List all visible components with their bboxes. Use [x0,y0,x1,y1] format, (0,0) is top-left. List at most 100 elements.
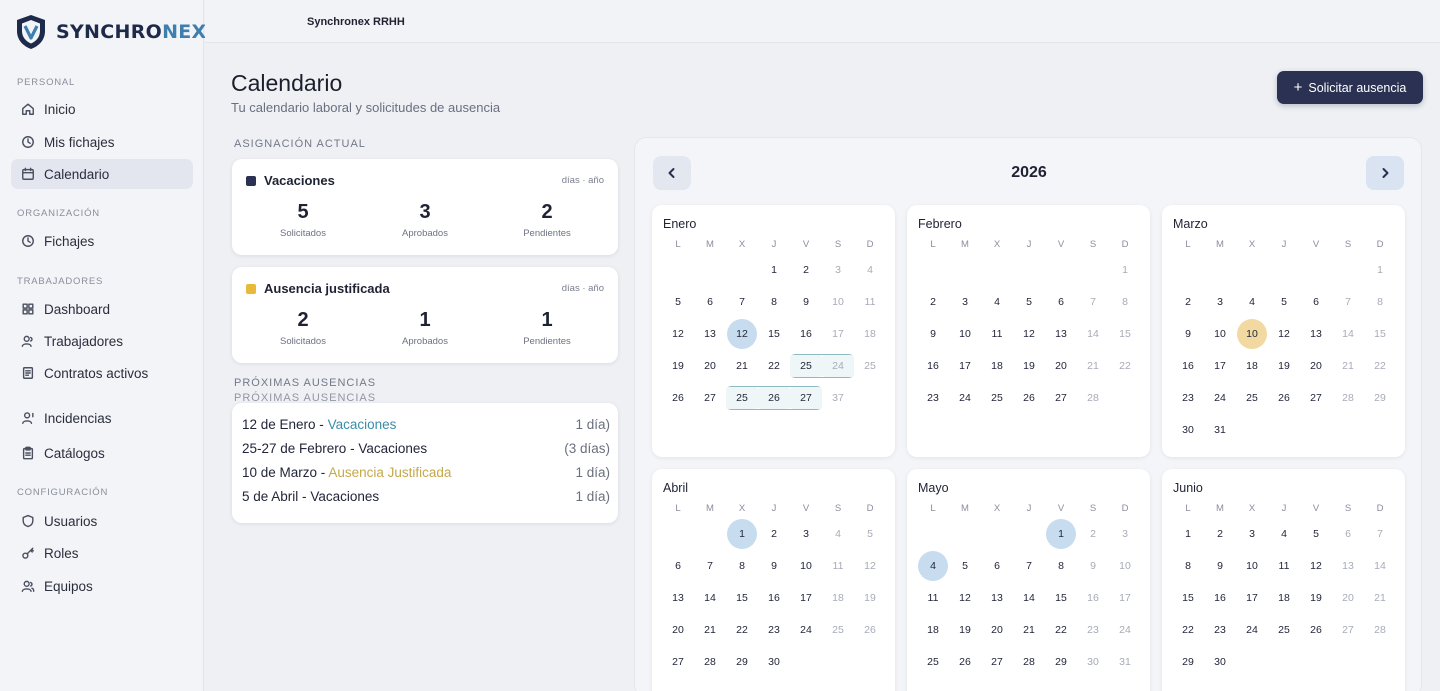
calendar-day[interactable]: 12 [1269,319,1299,349]
calendar-day[interactable]: 30 [1173,415,1203,445]
calendar-day[interactable]: 12 [1014,319,1044,349]
calendar-day[interactable]: 28 [1078,383,1108,413]
calendar-day[interactable]: 16 [918,351,948,381]
calendar-day[interactable]: 18 [823,583,853,613]
calendar-day[interactable]: 15 [1046,583,1076,613]
calendar-day[interactable]: 13 [1046,319,1076,349]
calendar-day[interactable]: 4 [1237,287,1267,317]
calendar-day[interactable]: 10 [950,319,980,349]
calendar-day[interactable]: 27 [1333,615,1363,645]
calendar-day[interactable]: 11 [855,287,885,317]
sidebar-item-equipos[interactable]: Equipos [11,571,193,601]
calendar-day[interactable]: 4 [823,519,853,549]
calendar-day[interactable]: 24 [791,615,821,645]
calendar-day[interactable]: 21 [1078,351,1108,381]
calendar-day[interactable]: 19 [663,351,693,381]
sidebar-item-incidencias[interactable]: Incidencias [11,403,193,433]
calendar-day[interactable]: 18 [1269,583,1299,613]
calendar-day[interactable]: 4 [1269,519,1299,549]
calendar-day[interactable]: 24 [1237,615,1267,645]
calendar-day[interactable]: 22 [1046,615,1076,645]
calendar-day[interactable]: 25 [855,351,885,381]
calendar-day[interactable]: 18 [1237,351,1267,381]
calendar-day[interactable]: 26 [1014,383,1044,413]
calendar-day[interactable]: 7 [1333,287,1363,317]
calendar-day[interactable]: 22 [759,351,789,381]
sidebar-item-dashboard[interactable]: Dashboard [11,294,193,324]
calendar-day[interactable]: 17 [950,351,980,381]
calendar-day[interactable]: 11 [918,583,948,613]
calendar-day[interactable]: 21 [727,351,757,381]
calendar-day[interactable]: 27 [1046,383,1076,413]
calendar-day[interactable]: 24 [1110,615,1140,645]
calendar-day[interactable]: 8 [1110,287,1140,317]
calendar-day[interactable]: 12 [663,319,693,349]
calendar-day[interactable]: 25 [918,647,948,677]
calendar-day[interactable]: 13 [982,583,1012,613]
calendar-day[interactable]: 25 [1269,615,1299,645]
calendar-day[interactable]: 28 [1014,647,1044,677]
calendar-day[interactable]: 13 [1301,319,1331,349]
calendar-day[interactable]: 13 [1333,551,1363,581]
calendar-day[interactable]: 7 [1078,287,1108,317]
calendar-day[interactable]: 5 [1269,287,1299,317]
calendar-day[interactable]: 5 [855,519,885,549]
calendar-day[interactable]: 20 [1333,583,1363,613]
calendar-day[interactable]: 13 [663,583,693,613]
calendar-day[interactable]: 24 [1205,383,1235,413]
calendar-day[interactable]: 4 [982,287,1012,317]
calendar-day[interactable]: 17 [1237,583,1267,613]
calendar-day[interactable]: 5 [1301,519,1331,549]
calendar-day[interactable]: 30 [1205,647,1235,677]
calendar-day[interactable]: 13 [695,319,725,349]
calendar-day[interactable]: 19 [950,615,980,645]
calendar-day[interactable]: 6 [982,551,1012,581]
calendar-day[interactable]: 15 [1365,319,1395,349]
calendar-day[interactable]: 27 [790,387,822,409]
calendar-day[interactable]: 12 [727,319,757,349]
calendar-day[interactable]: 12 [1301,551,1331,581]
calendar-day[interactable]: 3 [1237,519,1267,549]
calendar-day[interactable]: 17 [791,583,821,613]
sidebar-item-roles[interactable]: Roles [11,538,193,568]
calendar-day[interactable]: 21 [1014,615,1044,645]
sidebar-item-inicio[interactable]: Inicio [11,94,193,124]
sidebar-item-usuarios[interactable]: Usuarios [11,506,193,536]
calendar-day[interactable]: 21 [1365,583,1395,613]
calendar-day[interactable]: 18 [855,319,885,349]
calendar-day[interactable]: 10 [823,287,853,317]
calendar-day[interactable]: 26 [1269,383,1299,413]
calendar-day[interactable]: 18 [982,351,1012,381]
calendar-day[interactable]: 22 [1173,615,1203,645]
calendar-day[interactable]: 25 [982,383,1012,413]
calendar-day[interactable]: 5 [663,287,693,317]
calendar-day[interactable]: 29 [1046,647,1076,677]
calendar-day[interactable]: 29 [1365,383,1395,413]
calendar-day[interactable]: 3 [823,255,853,285]
calendar-day[interactable]: 7 [1014,551,1044,581]
calendar-day[interactable]: 6 [1333,519,1363,549]
calendar-day[interactable]: 31 [1205,415,1235,445]
calendar-day[interactable]: 1 [1365,255,1395,285]
calendar-day[interactable]: 8 [727,551,757,581]
calendar-day[interactable]: 22 [1110,351,1140,381]
calendar-day[interactable]: 22 [1365,351,1395,381]
calendar-day[interactable]: 30 [759,647,789,677]
calendar-day[interactable]: 23 [918,383,948,413]
calendar-day[interactable]: 37 [823,383,853,413]
calendar-day[interactable]: 24 [822,355,854,377]
calendar-day[interactable]: 4 [918,551,948,581]
calendar-day[interactable]: 21 [1333,351,1363,381]
calendar-day[interactable]: 22 [727,615,757,645]
calendar-day[interactable]: 14 [1333,319,1363,349]
calendar-day[interactable]: 29 [1173,647,1203,677]
calendar-day[interactable]: 10 [1237,551,1267,581]
calendar-day[interactable]: 8 [1173,551,1203,581]
calendar-day[interactable]: 3 [1110,519,1140,549]
calendar-day[interactable]: 25 [1237,383,1267,413]
sidebar-item-fichajes[interactable]: Fichajes [11,226,193,256]
calendar-day[interactable]: 30 [1078,647,1108,677]
calendar-day[interactable]: 11 [982,319,1012,349]
calendar-day[interactable]: 15 [759,319,789,349]
calendar-day[interactable]: 11 [1269,551,1299,581]
